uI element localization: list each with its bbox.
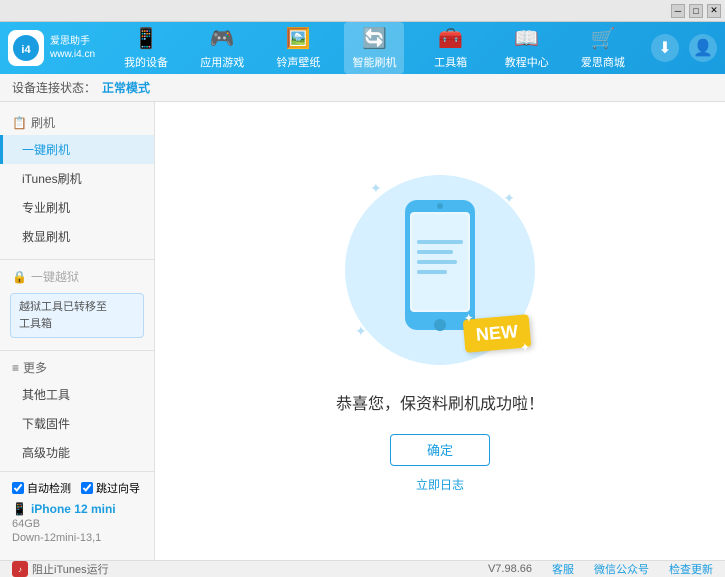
smart-flash-label: 智能刷机: [352, 54, 396, 70]
sidebar-header-more: ≡ 更多: [0, 355, 154, 380]
svg-text:i4: i4: [21, 44, 31, 56]
itunes-icon: ♪: [12, 561, 28, 577]
tools-label: 工具箱: [434, 54, 467, 70]
sidebar-divider-1: [0, 259, 154, 260]
download-button[interactable]: ⬇: [651, 34, 679, 62]
maximize-button[interactable]: □: [689, 4, 703, 18]
sidebar-section-more: ≡ 更多 其他工具 下载固件 高级功能: [0, 355, 154, 467]
nav-item-smart-flash[interactable]: 🔄 智能刷机: [344, 22, 404, 74]
sidebar-section-jailbreak: 🔒 一键越狱 越狱工具已转移至工具箱: [0, 264, 154, 342]
device-storage: 64GB: [12, 518, 142, 530]
success-text: 恭喜您，保资料刷机成功啦！: [336, 390, 544, 414]
sidebar-item-pro-flash[interactable]: 专业刷机: [0, 193, 154, 222]
window-controls: ─ □ ✕: [671, 4, 721, 18]
more-section-icon: ≡: [12, 361, 19, 375]
jailbreak-section-label: 一键越狱: [31, 268, 79, 285]
new-badge: NEW: [463, 314, 532, 353]
status-bar: 设备连接状态： 正常模式: [0, 74, 725, 102]
check-update-link[interactable]: 检查更新: [669, 561, 713, 577]
nav-item-apps-games[interactable]: 🎮 应用游戏: [192, 22, 252, 74]
reboot-link[interactable]: 立即日志: [416, 476, 464, 493]
title-bar: ─ □ ✕: [0, 0, 725, 22]
tools-icon: 🧰: [438, 26, 463, 51]
flash-section-icon: 📋: [12, 116, 27, 130]
more-section-label: 更多: [23, 359, 47, 376]
device-checkboxes: 自动检测 跳过向导: [12, 480, 142, 496]
logo: i4 爱思助手 www.i4.cn: [8, 30, 98, 66]
jailbreak-notice: 越狱工具已转移至工具箱: [10, 293, 144, 338]
main-content: 📋 刷机 一键刷机 iTunes刷机 专业刷机 救显刷机 🔒 一键越狱 越: [0, 102, 725, 560]
device-area: 自动检测 跳过向导 📱 iPhone 12 mini 64GB Down-12m…: [0, 471, 154, 552]
logo-icon: i4: [8, 30, 44, 66]
auto-detect-label: 自动检测: [27, 480, 71, 496]
device-version: Down-12mini-13,1: [12, 532, 142, 544]
auto-detect-input[interactable]: [12, 482, 24, 494]
smart-flash-icon: 🔄: [362, 26, 387, 51]
content-area: 设备连接状态： 正常模式 📋 刷机 一键刷机 iTunes刷机 专业刷机 救显刷…: [0, 74, 725, 560]
skip-wizard-input[interactable]: [81, 482, 93, 494]
sidebar-section-flash: 📋 刷机 一键刷机 iTunes刷机 专业刷机 救显刷机: [0, 110, 154, 251]
device-icon: 📱: [12, 502, 27, 516]
my-device-label: 我的设备: [124, 54, 168, 70]
device-name: 📱 iPhone 12 mini: [12, 502, 142, 516]
lock-icon: 🔒: [12, 270, 27, 284]
sidebar-header-jailbreak: 🔒 一键越狱: [0, 264, 154, 289]
sidebar-header-flash: 📋 刷机: [0, 110, 154, 135]
wechat-link[interactable]: 微信公众号: [594, 561, 649, 577]
nav-item-tutorial[interactable]: 📖 教程中心: [497, 22, 557, 74]
sidebar-item-itunes-flash[interactable]: iTunes刷机: [0, 164, 154, 193]
ringtone-label: 铃声壁纸: [276, 54, 320, 70]
sidebar-item-other-tools[interactable]: 其他工具: [0, 380, 154, 409]
my-device-icon: 📱: [134, 26, 159, 51]
nav-right: ⬇ 👤: [651, 34, 717, 62]
close-button[interactable]: ✕: [707, 4, 721, 18]
status-value: 正常模式: [102, 79, 150, 96]
status-label: 设备连接状态：: [12, 79, 96, 96]
skip-wizard-label: 跳过向导: [96, 480, 140, 496]
mall-label: 爱思商城: [581, 54, 625, 70]
logo-text: 爱思助手 www.i4.cn: [50, 35, 95, 61]
nav-item-mall[interactable]: 🛒 爱思商城: [573, 22, 633, 74]
nav-item-my-device[interactable]: 📱 我的设备: [116, 22, 176, 74]
confirm-button[interactable]: 确定: [390, 434, 490, 466]
sidebar-item-one-click-flash[interactable]: 一键刷机: [0, 135, 154, 164]
tutorial-label: 教程中心: [505, 54, 549, 70]
tutorial-icon: 📖: [514, 26, 539, 51]
auto-detect-checkbox[interactable]: 自动检测: [12, 480, 71, 496]
skip-wizard-checkbox[interactable]: 跳过向导: [81, 480, 140, 496]
nav-item-tools[interactable]: 🧰 工具箱: [421, 22, 481, 74]
right-panel: ✦ ✦ ✦: [155, 102, 725, 560]
app-window: i4 爱思助手 www.i4.cn 📱 我的设备 🎮 应用游戏 🖼️ 铃声壁纸 …: [0, 22, 725, 523]
sidebar-item-advanced[interactable]: 高级功能: [0, 438, 154, 467]
customer-service-link[interactable]: 客服: [552, 561, 574, 577]
phone-illustration: ✦ ✦ ✦: [340, 170, 540, 370]
nav-item-ringtone[interactable]: 🖼️ 铃声壁纸: [268, 22, 328, 74]
apps-games-label: 应用游戏: [200, 54, 244, 70]
footer: ♪ 阻止iTunes运行 V7.98.66 客服 微信公众号 检查更新: [0, 560, 725, 577]
flash-section-label: 刷机: [31, 114, 55, 131]
sidebar-item-download-firmware[interactable]: 下载固件: [0, 409, 154, 438]
footer-left: ♪ 阻止iTunes运行: [12, 561, 109, 577]
nav-bar: i4 爱思助手 www.i4.cn 📱 我的设备 🎮 应用游戏 🖼️ 铃声壁纸 …: [0, 22, 725, 74]
minimize-button[interactable]: ─: [671, 4, 685, 18]
ringtone-icon: 🖼️: [286, 26, 311, 51]
apps-games-icon: 🎮: [210, 26, 235, 51]
user-button[interactable]: 👤: [689, 34, 717, 62]
mall-icon: 🛒: [590, 26, 615, 51]
nav-items: 📱 我的设备 🎮 应用游戏 🖼️ 铃声壁纸 🔄 智能刷机 🧰 工具箱 📖 教程中…: [98, 22, 651, 74]
footer-right: V7.98.66 客服 微信公众号 检查更新: [488, 561, 713, 577]
sidebar: 📋 刷机 一键刷机 iTunes刷机 专业刷机 救显刷机 🔒 一键越狱 越: [0, 102, 155, 560]
sidebar-item-restore-flash[interactable]: 救显刷机: [0, 222, 154, 251]
itunes-label: 阻止iTunes运行: [32, 561, 109, 577]
version-label: V7.98.66: [488, 563, 532, 575]
sidebar-divider-2: [0, 350, 154, 351]
